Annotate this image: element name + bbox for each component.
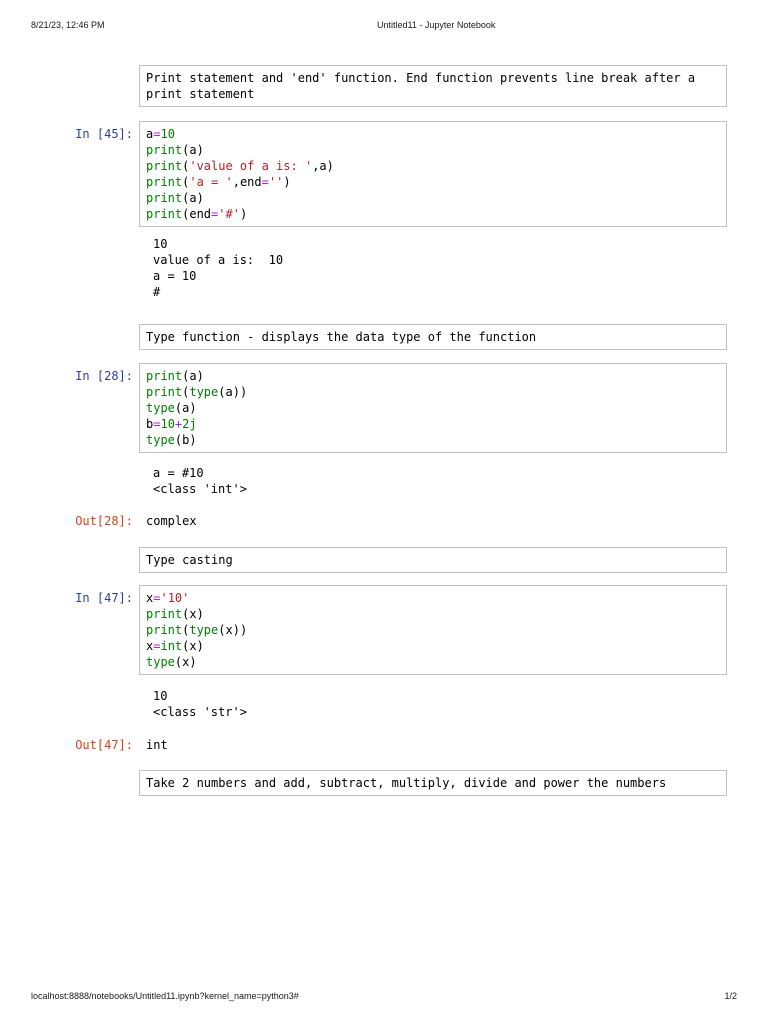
code-line: print(a) (146, 143, 204, 157)
code-cell: In [47]: x='10' print(x) print(type(x)) x=i… (0, 585, 768, 675)
code-line: print(type(a)) (146, 385, 248, 399)
output-line: <class 'int'> (153, 482, 247, 496)
out-result-row: Out[28]: complex (0, 513, 768, 529)
source-url: localhost:8888/notebooks/Untitled11.ipyn… (31, 991, 299, 1001)
notebook-content: Print statement and 'end' function. End … (0, 65, 768, 796)
code-line: print('value of a is: ',a) (146, 159, 334, 173)
cell-output: 10 value of a is: 10 a = 10 # (146, 236, 768, 300)
markdown-cell: Type casting (0, 547, 768, 573)
code-line: type(x) (146, 655, 197, 669)
cell-output: a = #10 <class 'int'> (146, 465, 768, 497)
code-cell: In [28]: print(a) print(type(a)) type(a) b=… (0, 363, 768, 453)
prompt-spacer (0, 324, 133, 329)
code-line: type(b) (146, 433, 197, 447)
output-line: a = 10 (153, 269, 197, 283)
code-line: print(end='#') (146, 207, 248, 221)
out-result-row: Out[47]: int (0, 737, 768, 753)
markdown-cell: Type function - displays the data type o… (0, 324, 768, 350)
in-prompt: In [28]: (75, 369, 133, 383)
prompt-spacer (0, 547, 133, 552)
code-cell: In [45]: a=10 print(a) print('value of a i… (0, 121, 768, 227)
prompt-spacer (0, 65, 133, 70)
print-date: 8/21/23, 12:46 PM (31, 20, 105, 30)
in-prompt: In [47]: (75, 591, 133, 605)
output-line: a = #10 (153, 466, 204, 480)
prompt-spacer (0, 770, 133, 775)
code-line: type(a) (146, 401, 197, 415)
code-line: b=10+2j (146, 417, 197, 431)
markdown-cell: Print statement and 'end' function. End … (0, 65, 768, 107)
code-line: x=int(x) (146, 639, 204, 653)
output-line: 10 (153, 237, 168, 251)
code-line: print(x) (146, 607, 204, 621)
out-result-value: int (146, 738, 168, 752)
out-prompt: Out[47]: (75, 738, 133, 752)
markdown-cell: Take 2 numbers and add, subtract, multip… (0, 770, 768, 796)
markdown-cell-text: Type function - displays the data type o… (139, 324, 727, 350)
page-number: 1/2 (724, 991, 737, 1001)
markdown-cell-text: Type casting (139, 547, 727, 573)
code-line: print(a) (146, 369, 204, 383)
markdown-cell-text: Take 2 numbers and add, subtract, multip… (139, 770, 727, 796)
output-line: # (153, 285, 161, 299)
output-line: 10 (153, 689, 168, 703)
cell-output: 10 <class 'str'> (146, 688, 768, 720)
code-line: print(type(x)) (146, 623, 248, 637)
out-result-value: complex (146, 514, 197, 528)
code-line: print(a) (146, 191, 204, 205)
out-prompt: Out[28]: (75, 514, 133, 528)
in-prompt: In [45]: (75, 127, 133, 141)
code-input-area: print(a) print(type(a)) type(a) b=10+2j type… (139, 363, 727, 453)
code-input-area: a=10 print(a) print('value of a is: ',a) pr… (139, 121, 727, 227)
document-title: Untitled11 - Jupyter Notebook (377, 20, 496, 30)
output-line: value of a is: 10 (153, 253, 284, 267)
code-input-area: x='10' print(x) print(type(x)) x=int(x) type… (139, 585, 727, 675)
code-line: x='10' (146, 591, 190, 605)
output-line: <class 'str'> (153, 705, 247, 719)
code-line: print('a = ',end='') (146, 175, 291, 189)
code-line: a=10 (146, 127, 175, 141)
markdown-cell-text: Print statement and 'end' function. End … (139, 65, 727, 107)
